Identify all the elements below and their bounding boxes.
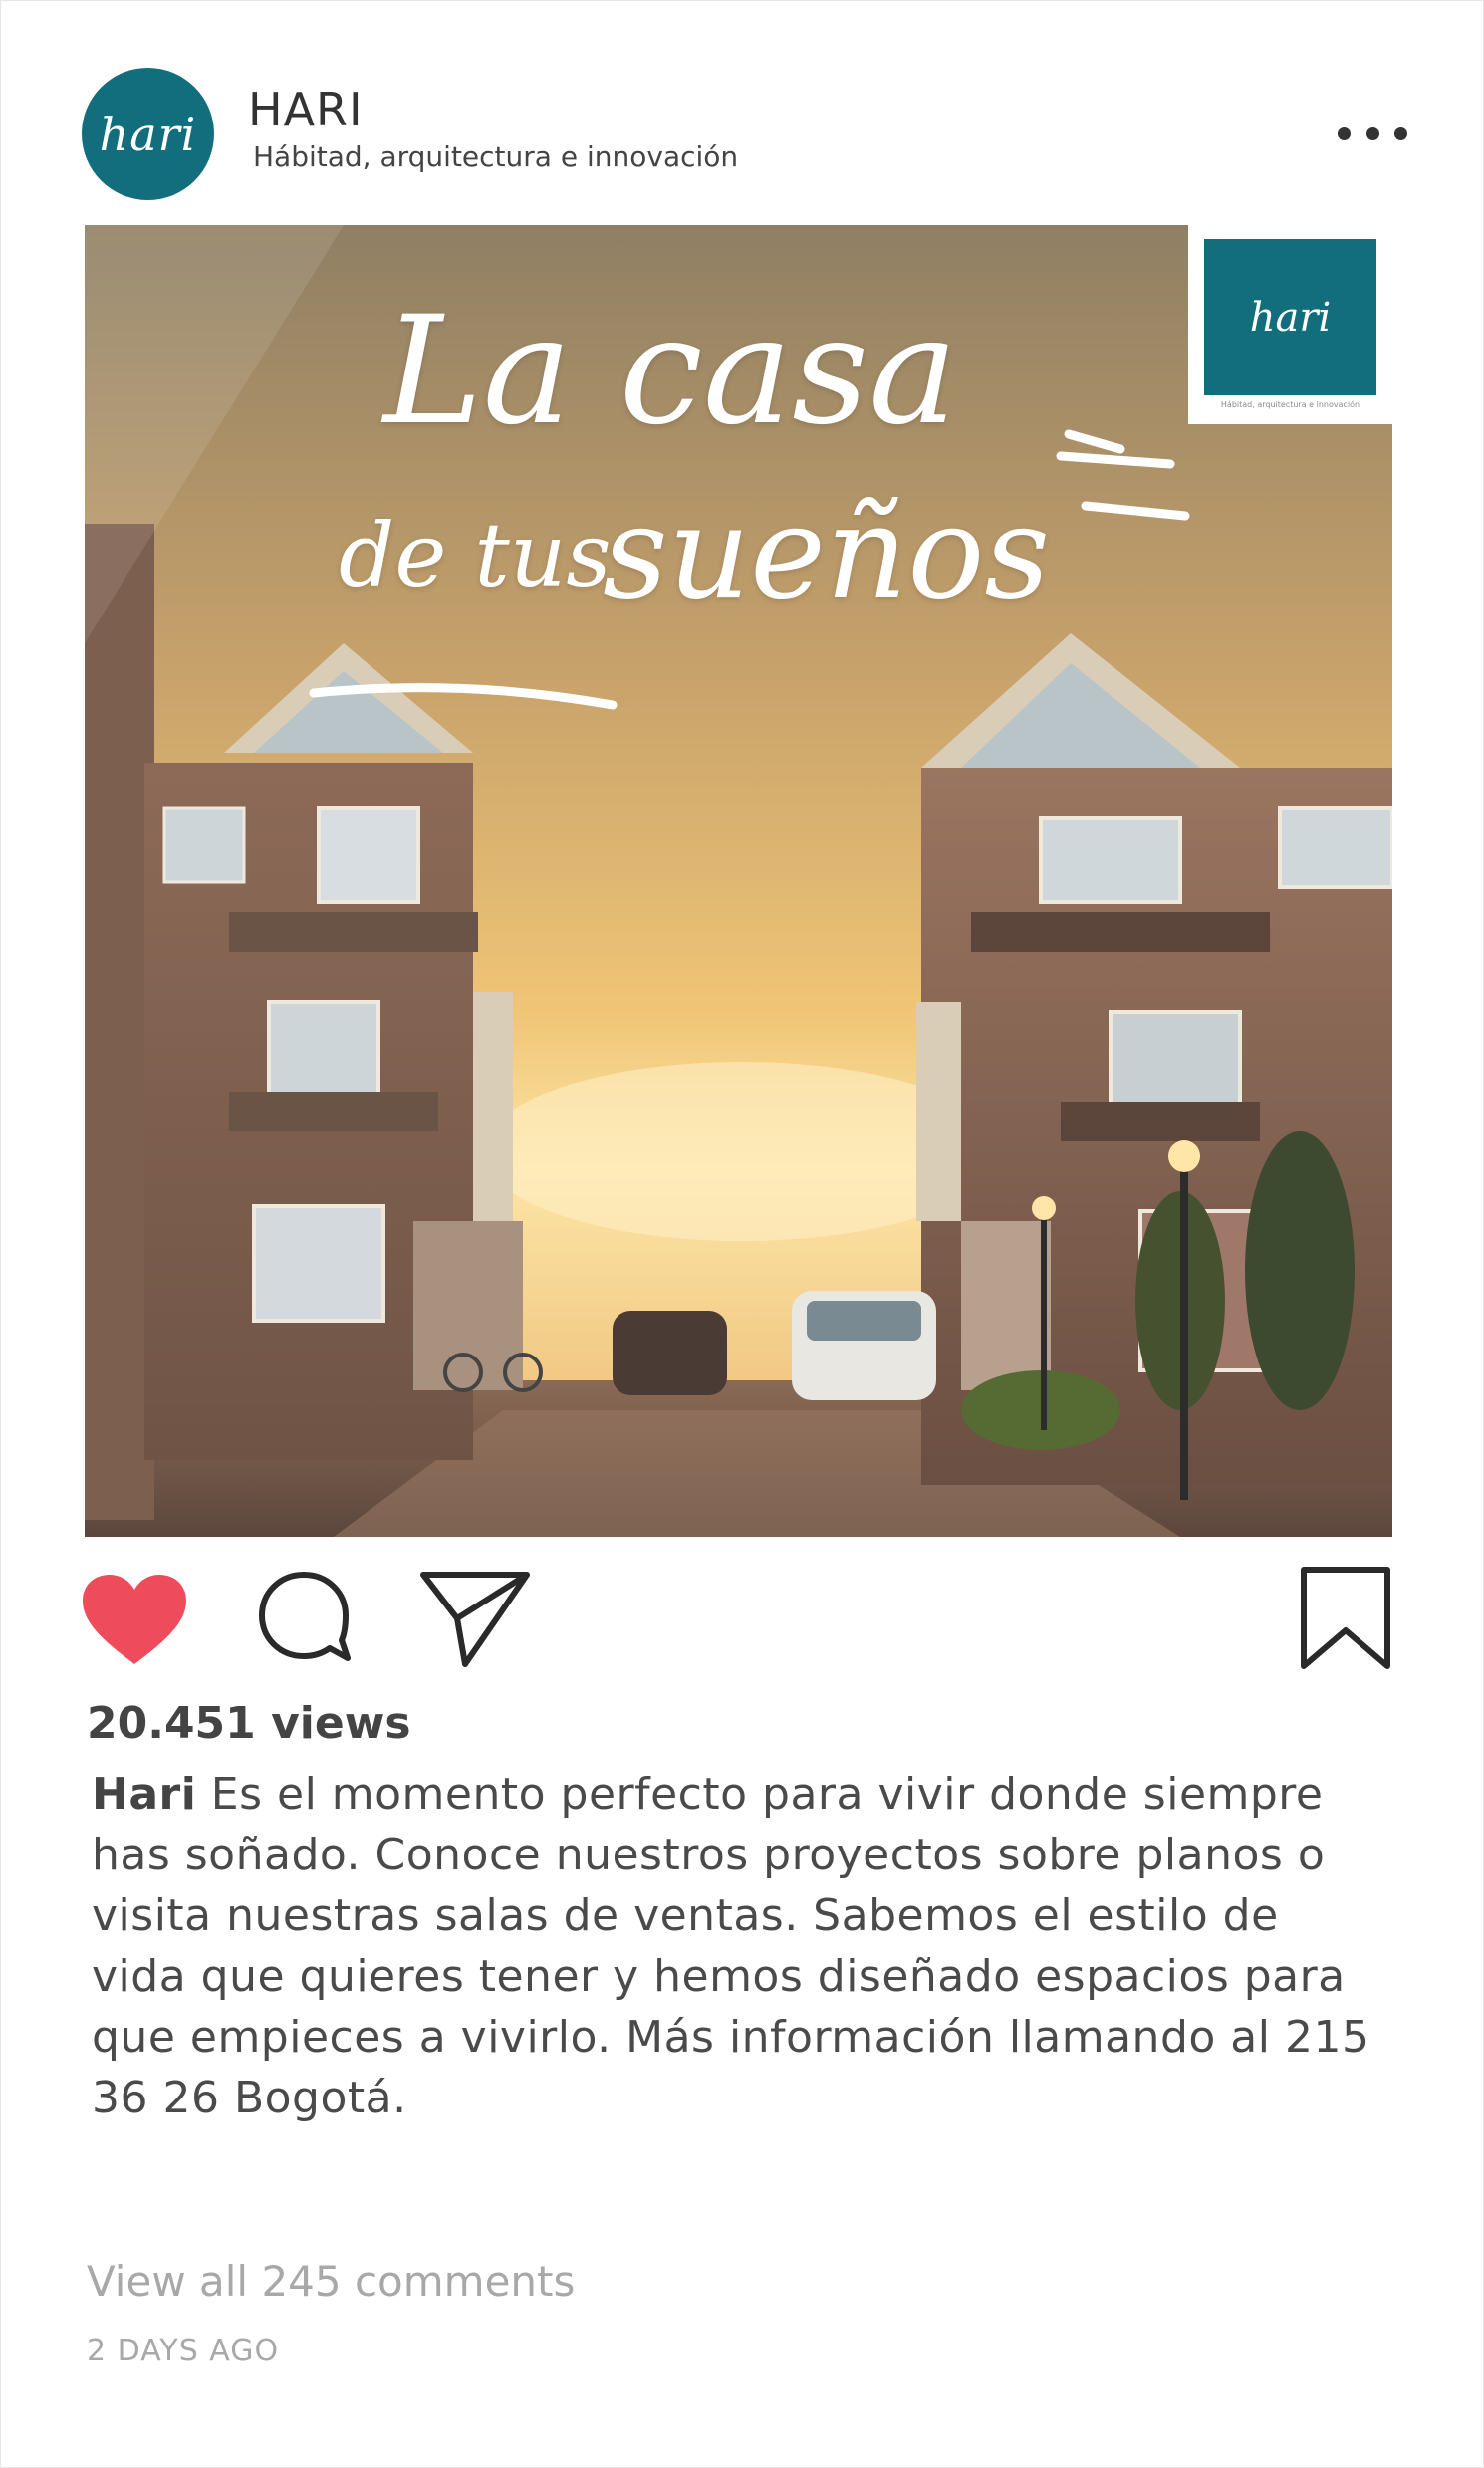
speech-bubble-icon [259,1572,351,1661]
heart-icon [83,1575,186,1664]
more-horizontal-icon-dot [1365,126,1379,140]
post-caption: Hari Es el momento perfecto para vivir d… [92,1764,1376,2128]
share-button[interactable] [419,1569,531,1670]
like-button[interactable] [83,1575,186,1666]
avatar[interactable]: hari [82,68,214,200]
more-options-button[interactable] [1338,119,1407,148]
brand-logo-badge: hari Hábitad, arquitectura e innovación [1188,225,1392,424]
bookmark-icon [1301,1567,1390,1669]
comment-button[interactable] [256,1569,352,1668]
post-image[interactable]: La casa de tus sueños hari Hábitad, arqu… [85,225,1392,1537]
more-horizontal-icon-dot [1394,126,1407,140]
view-all-comments-link[interactable]: View all 245 comments [87,2257,575,2306]
caption-author[interactable]: Hari [92,1769,196,1820]
post-card: hari HARI Hábitad, arquitectura e innova… [0,0,1484,2468]
profile-subtitle: Hábitad, arquitectura e innovación [253,140,739,173]
paper-plane-icon [420,1572,530,1667]
post-timestamp: 2 DAYS AGO [87,2334,280,2368]
brand-logo-tagline: Hábitad, arquitectura e innovación [1220,400,1360,409]
view-count: 20.451 views [87,1698,411,1749]
username[interactable]: HARI [248,83,364,136]
save-button[interactable] [1299,1565,1392,1672]
more-horizontal-icon [1338,126,1351,140]
caption-text: Es el momento perfecto para vivir donde … [92,1769,1370,2123]
brand-logo-text: hari [1249,294,1332,341]
avatar-logo-text: hari [99,107,197,161]
brand-logo: hari [1204,239,1376,395]
